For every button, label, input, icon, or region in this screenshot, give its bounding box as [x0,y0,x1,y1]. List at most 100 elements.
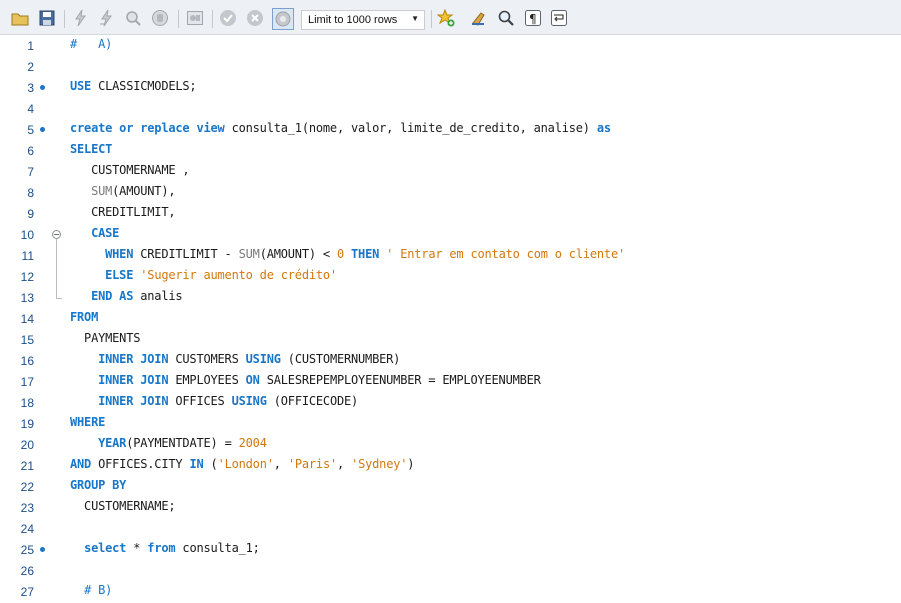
code-text: PAYMENTS [70,331,140,345]
code-line[interactable]: 20 YEAR(PAYMENTDATE) = 2004 [0,434,901,455]
code-token: CUSTOMERNAME , [70,163,190,177]
code-token: FROM [70,310,99,324]
line-number: 18 [20,396,34,410]
line-number: 16 [20,354,34,368]
code-line[interactable]: 22 GROUP BY [0,476,901,497]
code-line[interactable]: 16 INNER JOIN CUSTOMERS USING (CUSTOMERN… [0,350,901,371]
code-token: CREDITLIMIT - [133,247,239,261]
line-number: 23 [20,501,34,515]
code-token: 'London' [217,457,274,471]
code-token: PAYMENTS [70,331,141,345]
beautify-broom-icon[interactable] [470,9,488,27]
line-number: 4 [27,102,34,116]
add-snippet-star-icon[interactable] [437,9,455,27]
code-line[interactable]: 13 END AS analis [0,287,901,308]
code-token: (OFFICECODE) [266,394,359,408]
code-text: WHEN CREDITLIMIT - SUM(AMOUNT) < 0 THEN … [70,247,625,261]
code-token: THEN [351,247,380,261]
code-line[interactable]: 11 WHEN CREDITLIMIT - SUM(AMOUNT) < 0 TH… [0,245,901,266]
line-number: 12 [20,270,34,284]
code-token: * [126,541,148,555]
fold-collapse-icon[interactable] [52,230,61,239]
autocommit-toggle-icon[interactable] [272,8,294,30]
sql-editor-toolbar: Limit to 1000 rows ▼ ¶ [0,0,901,35]
code-token: IN [189,457,204,471]
code-text: CASE [70,226,119,240]
code-token: as [596,121,611,135]
code-line[interactable]: 14 FROM [0,308,901,329]
code-token: 0 [336,247,344,261]
code-text: INNER JOIN EMPLOYEES ON SALESREPEMPLOYEE… [70,373,541,387]
code-text: END AS analis [70,289,183,303]
code-line[interactable]: 23 CUSTOMERNAME; [0,497,901,518]
code-line[interactable]: 25 select * from consulta_1; [0,539,901,560]
toggle-output-icon[interactable] [186,9,204,27]
statement-marker-dot [40,85,45,90]
invisible-characters-pilcrow-icon[interactable]: ¶ [524,9,542,27]
execute-statement-icon[interactable] [98,9,116,27]
code-token: SALESREPEMPLOYEENUMBER = EMPLOYEENUMBER [259,373,541,387]
code-text: YEAR(PAYMENTDATE) = 2004 [70,436,267,450]
code-token: GROUP BY [70,478,127,492]
code-token: WHEN [105,247,134,261]
word-wrap-icon[interactable] [550,9,568,27]
line-number: 24 [20,522,34,536]
save-icon[interactable] [38,9,56,27]
code-line[interactable]: 12 ELSE 'Sugerir aumento de crédito' [0,266,901,287]
commit-check-icon[interactable] [219,9,237,27]
line-number: 1 [27,39,34,53]
code-line[interactable]: 18 INNER JOIN OFFICES USING (OFFICECODE) [0,392,901,413]
line-number: 19 [20,417,34,431]
code-line[interactable]: 7 CUSTOMERNAME , [0,161,901,182]
code-line[interactable]: 1 # A) [0,35,901,56]
code-line[interactable]: 6 SELECT [0,140,901,161]
code-line[interactable]: 3 USE CLASSICMODELS; [0,77,901,98]
code-line[interactable]: 9 CREDITLIMIT, [0,203,901,224]
line-number: 20 [20,438,34,452]
code-line[interactable]: 17 INNER JOIN EMPLOYEES ON SALESREPEMPLO… [0,371,901,392]
code-text: select * from consulta_1; [70,541,260,555]
code-text: AND OFFICES.CITY IN ('London', 'Paris', … [70,457,415,471]
line-number: 15 [20,333,34,347]
line-number: 3 [27,81,34,95]
code-text: GROUP BY [70,478,126,492]
code-line[interactable]: 8 SUM(AMOUNT), [0,182,901,203]
sql-editor[interactable]: 1 # A) 2 3 USE CLASSICMODELS; 4 5 create or rep… [0,35,901,603]
code-line[interactable]: 26 [0,560,901,581]
find-magnifier-icon[interactable] [497,9,515,27]
code-token: 'Sydney' [351,457,408,471]
rollback-cancel-icon[interactable] [246,9,264,27]
code-token: SELECT [70,142,113,156]
code-line[interactable]: 24 [0,518,901,539]
code-line[interactable]: 21 AND OFFICES.CITY IN ('London', 'Paris'… [0,455,901,476]
code-token: consulta_1; [175,541,260,555]
code-line[interactable]: 19 WHERE [0,413,901,434]
code-token: END AS [91,289,134,303]
code-text: SUM(AMOUNT), [70,184,176,198]
limit-rows-value: Limit to 1000 rows [308,14,398,26]
code-text: WHERE [70,415,105,429]
explain-magnifier-icon[interactable] [124,9,142,27]
code-line[interactable]: 2 [0,56,901,77]
code-line[interactable]: 27 # B) [0,581,901,602]
code-token: ) [407,457,415,471]
code-token: ON [245,373,260,387]
code-line[interactable]: 5 create or replace view consulta_1(nome,… [0,119,901,140]
code-token: ( [203,457,218,471]
code-line[interactable]: 15 PAYMENTS [0,329,901,350]
code-line[interactable]: 4 [0,98,901,119]
open-folder-icon[interactable] [11,9,29,27]
code-text: # A) [70,37,112,51]
code-line[interactable]: 10 CASE [0,224,901,245]
code-text: FROM [70,310,98,324]
code-token: CUSTOMERS [168,352,246,366]
execute-lightning-icon[interactable] [72,9,90,27]
limit-rows-select[interactable]: Limit to 1000 rows ▼ [301,10,425,30]
stop-hand-icon[interactable] [151,9,169,27]
code-token: (AMOUNT), [112,184,176,198]
code-token: CLASSICMODELS; [91,79,197,93]
line-number: 21 [20,459,34,473]
